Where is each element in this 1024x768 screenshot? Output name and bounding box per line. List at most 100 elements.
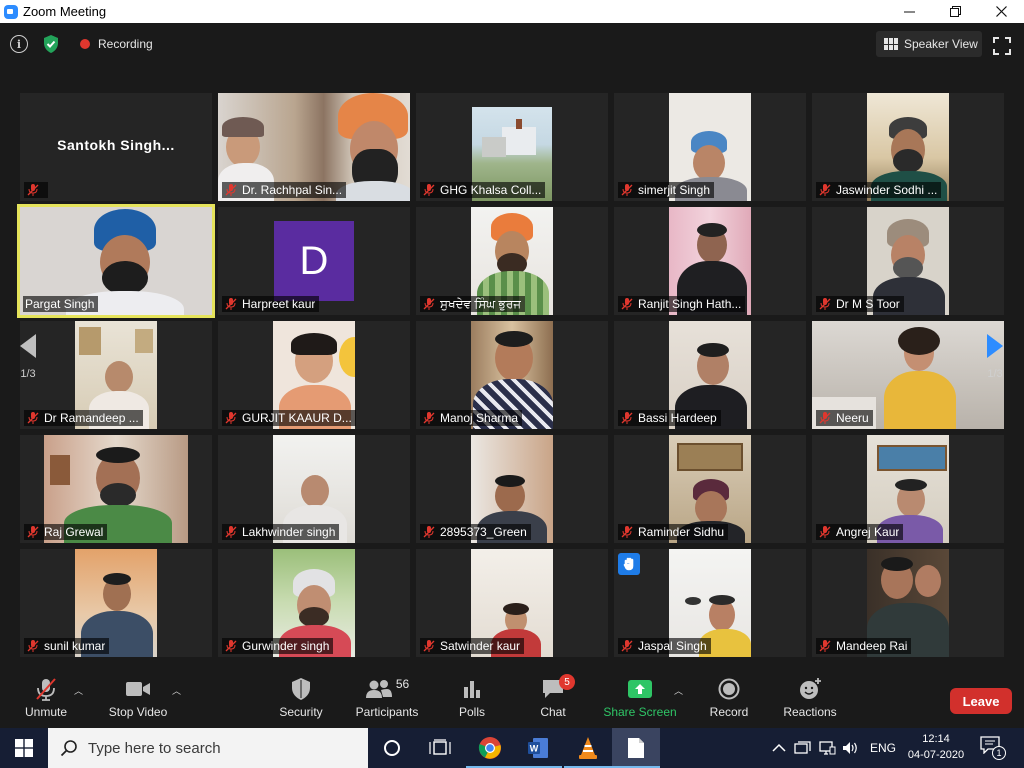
security-label: Security: [279, 705, 323, 719]
participant-tile[interactable]: Ranjit Singh Hath...: [614, 207, 806, 315]
participant-tile[interactable]: D Harpreet kaur: [218, 207, 410, 315]
system-clock[interactable]: 12:14 04-07-2020: [902, 731, 970, 763]
participant-tile[interactable]: 2895373_Green: [416, 435, 608, 543]
leave-meeting-button[interactable]: Leave: [950, 688, 1012, 714]
stop-video-label: Stop Video: [108, 705, 168, 719]
participant-tile[interactable]: Raminder Sidhu: [614, 435, 806, 543]
mic-muted-icon: [621, 526, 633, 538]
audio-options-caret-icon[interactable]: ︿: [74, 684, 83, 697]
svg-text:W: W: [530, 744, 539, 754]
speaker-view-button[interactable]: Speaker View: [876, 31, 982, 57]
mic-muted-icon: [819, 640, 831, 652]
page-indicator-left: 1/3: [20, 368, 36, 380]
chrome-taskbar-button[interactable]: [466, 728, 514, 768]
system-tray: [772, 728, 866, 768]
input-language-indicator[interactable]: ENG: [870, 728, 896, 768]
show-hidden-icons-chevron-icon[interactable]: [772, 743, 786, 753]
task-view-icon: [429, 739, 451, 755]
window-titlebar: Zoom Meeting: [0, 0, 1024, 23]
participant-tile[interactable]: Jaswinder Sodhi ...: [812, 93, 1004, 201]
vlc-cone-icon: [579, 737, 597, 759]
unmute-button[interactable]: Unmute: [20, 676, 72, 724]
participant-tile[interactable]: Manoj Sharma: [416, 321, 608, 429]
close-button[interactable]: [978, 0, 1024, 23]
taskbar-search-box[interactable]: Type here to search: [48, 728, 368, 768]
participant-tile[interactable]: Bassi Hardeep: [614, 321, 806, 429]
participant-name: sunil kumar: [44, 639, 106, 653]
mic-muted-icon: [621, 184, 633, 196]
participant-tile-active-speaker[interactable]: Pargat Singh: [17, 204, 215, 318]
mic-muted-icon: [423, 526, 435, 538]
participants-icon: [365, 680, 392, 698]
profile-avatar: D: [274, 221, 354, 301]
participant-name: Bassi Hardeep: [638, 411, 717, 425]
participant-tile[interactable]: Gurwinder singh: [218, 549, 410, 657]
share-screen-button[interactable]: Share Screen: [603, 676, 677, 724]
participant-tile[interactable]: Angrej Kaur: [812, 435, 1004, 543]
start-button[interactable]: [0, 728, 48, 768]
reactions-button[interactable]: Reactions: [782, 676, 838, 724]
cortana-circle-icon: [384, 740, 400, 756]
recording-indicator[interactable]: Recording: [76, 35, 153, 53]
participant-name: Dr. Rachhpal Sin...: [242, 183, 343, 197]
monitor-icon[interactable]: [818, 741, 836, 755]
word-icon: W: [528, 738, 548, 758]
page-indicator-right: 1/3: [987, 368, 1003, 380]
previous-page-button[interactable]: 1/3: [8, 332, 48, 420]
share-options-caret-icon[interactable]: ︿: [674, 684, 683, 697]
participants-button[interactable]: 56 Participants: [354, 676, 420, 724]
participant-tile[interactable]: GHG Khalsa Coll...: [416, 93, 608, 201]
participant-name: 2895373_Green: [440, 525, 527, 539]
network-icon[interactable]: [794, 741, 812, 755]
participant-name: Raminder Sidhu: [638, 525, 725, 539]
participant-tile[interactable]: Satwinder kaur: [416, 549, 608, 657]
polls-button[interactable]: Polls: [452, 676, 492, 724]
participant-tile[interactable]: GURJIT KAAUR D...: [218, 321, 410, 429]
mic-muted-icon: [819, 526, 831, 538]
security-button[interactable]: Security: [276, 676, 326, 724]
search-placeholder: Type here to search: [88, 739, 221, 757]
windows-taskbar: Type here to search W ENG 12:14 04-07-20…: [0, 728, 1024, 768]
video-options-caret-icon[interactable]: ︿: [172, 684, 181, 697]
participant-tile[interactable]: Santokh Singh...: [20, 93, 212, 201]
participant-tile[interactable]: Mandeep Rai: [812, 549, 1004, 657]
share-screen-icon: [628, 680, 652, 698]
participant-name: Raj Grewal: [44, 525, 104, 539]
participant-tile[interactable]: Dr M S Toor: [812, 207, 1004, 315]
windows-logo-icon: [15, 739, 33, 757]
volume-icon[interactable]: [842, 741, 860, 755]
participant-tile[interactable]: Lakhwinder singh: [218, 435, 410, 543]
fullscreen-button[interactable]: [993, 37, 1011, 55]
encryption-shield-icon[interactable]: [40, 33, 62, 55]
participant-name: Mandeep Rai: [836, 639, 908, 653]
stop-video-button[interactable]: Stop Video: [106, 676, 170, 724]
cortana-button[interactable]: [368, 728, 416, 768]
mic-muted-icon: [819, 412, 831, 424]
chat-label: Chat: [540, 705, 566, 719]
chat-button[interactable]: 5 Chat: [536, 674, 575, 724]
minimize-button[interactable]: [886, 0, 932, 23]
next-page-button[interactable]: 1/3: [975, 332, 1015, 420]
minimize-icon: [903, 11, 915, 12]
participant-tile[interactable]: sunil kumar: [20, 549, 212, 657]
polls-label: Polls: [458, 705, 485, 719]
participant-tile[interactable]: simerjit Singh: [614, 93, 806, 201]
vlc-taskbar-button[interactable]: [564, 728, 612, 768]
mic-muted-icon: [423, 298, 435, 310]
participant-tile[interactable]: ਸੁਖਦੇਵ ਸਿੰਘ ਭੁਰਜ: [416, 207, 608, 315]
participant-tile[interactable]: Dr Ramandeep ...: [20, 321, 212, 429]
zoom-app-icon: [4, 4, 18, 19]
arrow-right-icon: [987, 334, 1003, 358]
task-view-button[interactable]: [416, 728, 464, 768]
maximize-button[interactable]: [932, 0, 978, 23]
participant-name: Dr Ramandeep ...: [44, 411, 139, 425]
participant-name: Pargat Singh: [25, 297, 95, 311]
mic-muted-icon: [27, 640, 39, 652]
meeting-info-button[interactable]: i: [10, 35, 28, 53]
participant-tile[interactable]: Jaspal Singh: [614, 549, 806, 657]
participant-tile[interactable]: Raj Grewal: [20, 435, 212, 543]
participant-tile[interactable]: Dr. Rachhpal Sin...: [218, 93, 410, 201]
record-button[interactable]: Record: [708, 676, 750, 724]
document-taskbar-button[interactable]: [612, 728, 660, 768]
word-taskbar-button[interactable]: W: [514, 728, 562, 768]
